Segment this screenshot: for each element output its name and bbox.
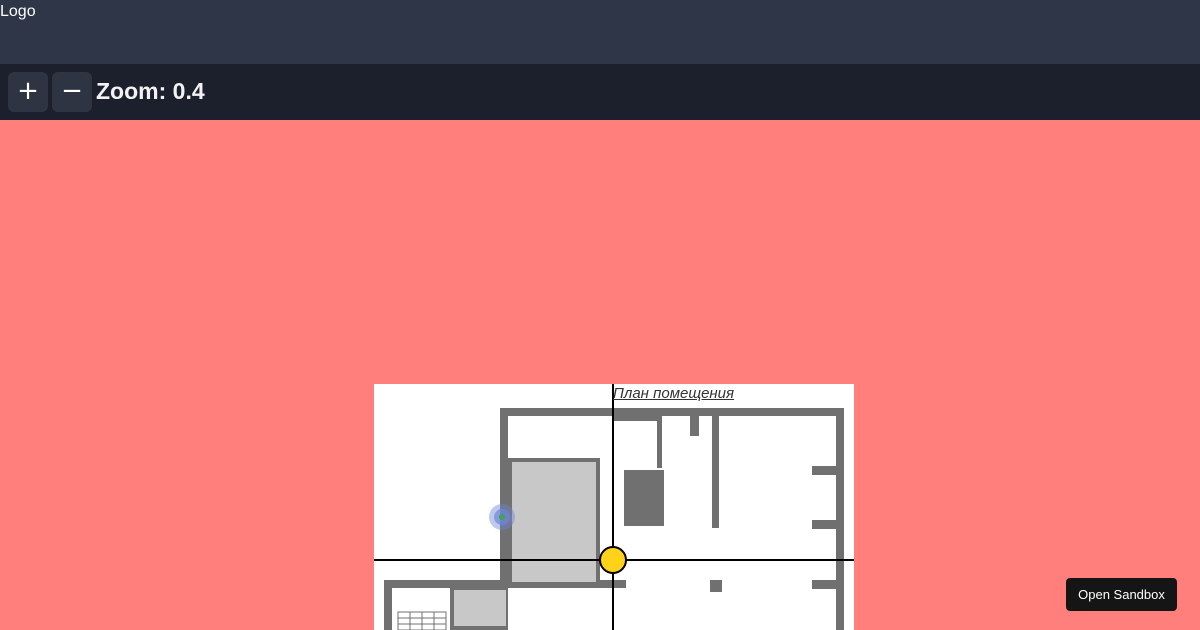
column [710,580,722,592]
location-marker-icon[interactable] [499,514,505,520]
column [690,416,699,436]
wall [657,416,662,468]
wall [500,408,844,416]
wall [836,408,844,630]
wall [712,416,719,528]
column [624,470,664,526]
wall [500,408,508,580]
floor-plan-drawing [374,384,854,630]
zoom-toolbar: + − Zoom: 0.4 [0,64,1200,120]
wall [614,416,662,421]
floor-plan-title: План помещения [613,385,735,402]
zoom-in-button[interactable]: + [8,72,48,112]
open-sandbox-button[interactable]: Open Sandbox [1066,578,1177,611]
wall [812,466,836,475]
room-floor [454,590,506,626]
wall [384,580,392,630]
room-floor [512,462,596,582]
wall [812,520,836,529]
header-bar: Logo [0,0,1200,64]
zoom-level-label: Zoom: 0.4 [96,78,205,104]
wall [812,580,836,589]
zoom-out-button[interactable]: − [52,72,92,112]
floor-plan[interactable]: План помещения [374,384,854,630]
map-canvas[interactable]: План помещения [0,120,1200,630]
center-marker-icon[interactable] [599,546,627,574]
column [618,580,626,588]
logo: Logo [0,3,36,20]
